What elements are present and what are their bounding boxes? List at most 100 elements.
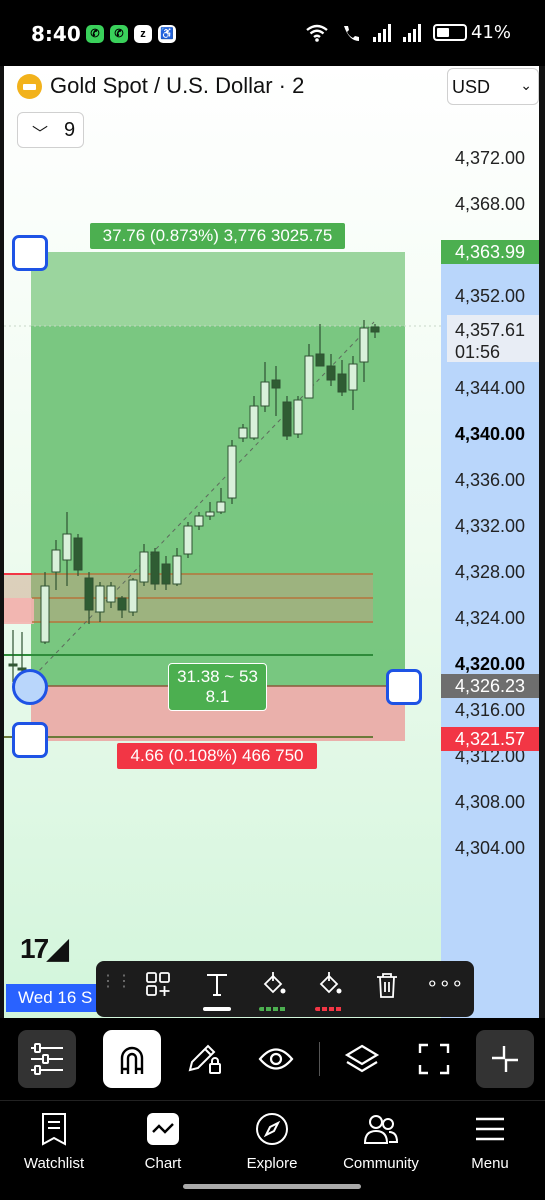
candle <box>150 548 160 590</box>
status-time: 8:40 <box>31 22 81 46</box>
battery-percent: 41% <box>470 22 511 43</box>
price-scale-label: 4,340.00 <box>455 424 526 444</box>
currency-value: USD <box>452 77 491 97</box>
battery-icon <box>432 24 467 41</box>
layers-icon <box>344 1044 380 1073</box>
signal-strength-sim1-icon <box>372 23 391 42</box>
fullscreen-icon <box>418 1043 450 1075</box>
date-chip: Wed 16 S <box>6 984 101 1012</box>
candle <box>293 396 303 438</box>
magnet-icon <box>120 1046 144 1074</box>
whatsapp-business-icon: ✆ <box>110 25 128 43</box>
risk-reward-line-1: 31.38 ~ 53 <box>177 667 258 686</box>
symbol-title[interactable]: Gold Spot / U.S. Dollar · 2 <box>50 73 304 99</box>
fill-icon[interactable] <box>256 971 290 1011</box>
price-scale-label: 4,316.00 <box>455 700 526 720</box>
chart-tools-bar <box>0 1018 545 1100</box>
stop-handle[interactable] <box>12 722 48 758</box>
candle <box>128 578 138 616</box>
price-scale-label: 4,304.00 <box>455 838 526 858</box>
nav-menu[interactable]: Menu <box>440 1111 540 1172</box>
status-bar: 8:40 ✆ ✆ z ♿ 41% <box>0 0 545 66</box>
app-notification-icon: z <box>134 25 152 43</box>
nav-label: Menu <box>471 1155 509 1172</box>
system-icons: 41% <box>305 22 511 43</box>
price-scale-label: 4,344.00 <box>455 378 526 398</box>
hamburger-icon <box>476 1117 504 1141</box>
width-handle[interactable] <box>386 669 422 705</box>
candle <box>73 534 83 576</box>
notification-icons: ✆ ✆ z ♿ <box>86 25 176 43</box>
text-icon[interactable] <box>200 971 234 1011</box>
price-scale-label: 4,324.00 <box>455 608 526 628</box>
profit-zone-upper <box>31 252 405 326</box>
risk-reward-line-2: 8.1 <box>205 687 230 706</box>
current-price: 4,357.61 <box>455 320 526 340</box>
price-scale-label: 4,308.00 <box>455 792 526 812</box>
home-indicator[interactable] <box>183 1184 361 1189</box>
trash-icon[interactable] <box>370 971 404 1007</box>
drawing-toolbar: ⋮⋮ ∘∘∘ <box>96 961 474 1017</box>
currency-select[interactable]: USD ⌄ <box>447 68 539 105</box>
compass-icon <box>256 1113 288 1145</box>
interval-dropdown[interactable]: ﹀ 9 <box>17 112 84 148</box>
indicators-button[interactable] <box>18 1030 76 1088</box>
chart-area[interactable]: Gold Spot / U.S. Dollar · 2 USD ⌄ ﹀ 9 4,… <box>0 66 545 1018</box>
price-scale-label: 4,352.00 <box>455 286 526 306</box>
nav-community[interactable]: Community <box>331 1111 431 1172</box>
left-range-band-2 <box>4 598 34 624</box>
toolbar-divider <box>319 1042 320 1076</box>
wifi-calling-icon <box>343 25 359 41</box>
entry-price-tag: 4,326.23 <box>441 674 539 698</box>
chart-icon <box>147 1113 179 1145</box>
price-scale-label: 4,368.00 <box>455 194 526 214</box>
price-scale-label: 4,336.00 <box>455 470 526 490</box>
watchlist-icon <box>42 1113 66 1146</box>
candle <box>227 440 237 504</box>
nav-label: Explore <box>246 1155 298 1172</box>
layers-button[interactable] <box>333 1030 391 1088</box>
nav-watchlist[interactable]: Watchlist <box>4 1111 104 1172</box>
collapse-icon <box>492 1046 518 1072</box>
nav-label: Watchlist <box>23 1155 85 1172</box>
signal-strength-sim2-icon <box>402 23 421 42</box>
target-handle[interactable] <box>12 235 48 271</box>
magnet-button[interactable] <box>103 1030 161 1088</box>
entry-handle[interactable] <box>12 669 48 705</box>
risk-reward-label: 31.38 ~ 53 8.1 <box>168 663 267 711</box>
nav-explore[interactable]: Explore <box>222 1111 322 1172</box>
bar-countdown: 01:56 <box>455 342 501 362</box>
price-scale-label: 4,320.00 <box>455 654 526 674</box>
indicators-icon <box>31 1043 63 1075</box>
visibility-button[interactable] <box>247 1030 305 1088</box>
eye-icon <box>258 1048 294 1070</box>
drawing-lock-button[interactable] <box>175 1030 233 1088</box>
drag-handle-icon[interactable]: ⋮⋮ <box>100 971 132 1007</box>
price-scale-label: 4,328.00 <box>455 562 526 582</box>
drawing-lock-icon <box>188 1044 221 1074</box>
stop-price-tag: 4,321.57 <box>441 727 539 751</box>
wifi-icon <box>306 24 328 42</box>
whatsapp-icon: ✆ <box>86 25 104 43</box>
line-color-icon[interactable] <box>312 971 346 1011</box>
gold-symbol-icon[interactable] <box>17 74 42 99</box>
price-scale-label: 4,332.00 <box>455 516 526 536</box>
interval-value: 9 <box>64 119 76 141</box>
nav-label: Chart <box>144 1155 182 1172</box>
collapse-button[interactable] <box>476 1030 534 1088</box>
candle <box>183 522 193 558</box>
fullscreen-button[interactable] <box>405 1030 463 1088</box>
stop-info-label: 4.66 (0.108%) 466 750 <box>117 743 317 769</box>
target-price-tag: 4,363.99 <box>441 240 539 264</box>
more-icon[interactable]: ∘∘∘ <box>426 971 464 1007</box>
price-scale-label: 4,372.00 <box>455 148 526 168</box>
tradingview-logo: 17◢ <box>20 933 69 964</box>
target-info-label: 37.76 (0.873%) 3,776 3025.75 <box>90 223 345 249</box>
current-price-box: 4,357.61 01:56 <box>447 315 539 362</box>
chevron-down-icon: ﹀ <box>32 126 49 143</box>
community-icon <box>363 1115 399 1144</box>
nav-chart[interactable]: Chart <box>113 1111 213 1172</box>
candle <box>282 396 292 440</box>
add-widgets-icon[interactable] <box>142 971 176 1007</box>
chevron-down-icon: ⌄ <box>520 77 532 93</box>
